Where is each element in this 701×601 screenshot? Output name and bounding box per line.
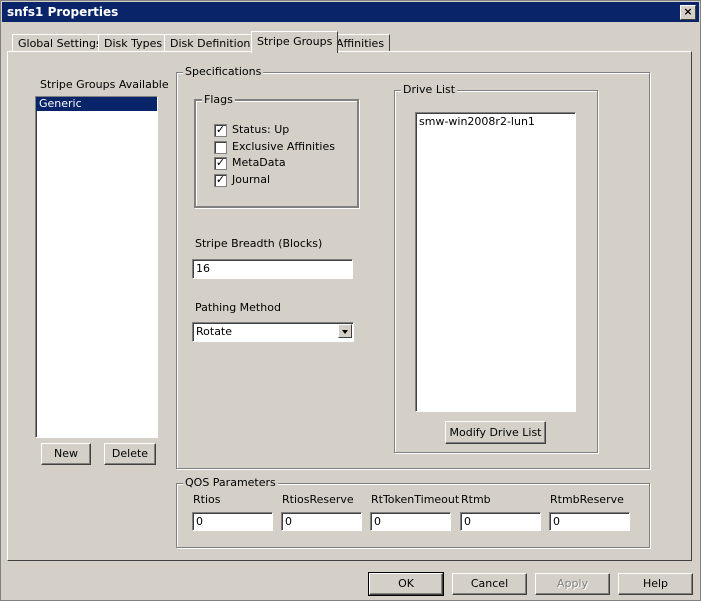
tab-disk-types[interactable]: Disk Types [98, 34, 169, 52]
flags-legend: Flags [202, 93, 235, 106]
pathing-method-value: Rotate [196, 325, 233, 338]
stripe-groups-available-label: Stripe Groups Available [40, 78, 169, 91]
journal-label: Journal [232, 173, 271, 186]
modify-drive-list-button[interactable]: Modify Drive List [445, 421, 546, 444]
properties-window: snfs1 Properties × Global Settings Disk … [0, 0, 701, 601]
tab-stripe-groups[interactable]: Stripe Groups [251, 31, 339, 53]
drive-listbox[interactable]: smw-win2008r2-lun1 [415, 112, 576, 412]
new-button[interactable]: New [41, 443, 91, 465]
specifications-legend: Specifications [183, 65, 264, 78]
stripe-groups-listbox[interactable]: Generic [35, 96, 158, 438]
rtios-reserve-label: RtiosReserve [282, 493, 354, 506]
rt-token-timeout-input[interactable]: 0 [370, 512, 451, 531]
title-bar[interactable]: snfs1 Properties × [2, 2, 699, 22]
window-title: snfs1 Properties [7, 5, 119, 19]
rtios-reserve-input[interactable]: 0 [281, 512, 362, 531]
rt-token-timeout-label: RtTokenTimeout [371, 493, 460, 506]
status-up-checkbox[interactable]: ✓ [214, 124, 227, 137]
status-up-label: Status: Up [232, 123, 290, 136]
rtios-input[interactable]: 0 [192, 512, 273, 531]
metadata-checkbox[interactable]: ✓ [214, 157, 227, 170]
exclusive-affinities-label: Exclusive Affinities [232, 140, 335, 153]
stripe-breadth-label: Stripe Breadth (Blocks) [195, 237, 323, 250]
rtmb-input[interactable]: 0 [460, 512, 541, 531]
cancel-button[interactable]: Cancel [452, 573, 527, 595]
rtios-label: Rtios [193, 493, 221, 506]
chevron-down-icon[interactable] [338, 324, 352, 338]
apply-button[interactable]: Apply [535, 573, 610, 595]
drive-list-legend: Drive List [401, 83, 458, 96]
tab-affinities[interactable]: Affinities [330, 34, 391, 52]
close-icon[interactable]: × [680, 5, 696, 20]
rtmb-reserve-input[interactable]: 0 [549, 512, 630, 531]
journal-checkbox[interactable]: ✓ [214, 174, 227, 187]
list-item[interactable]: Generic [36, 97, 157, 111]
ok-button[interactable]: OK [368, 572, 444, 596]
rtmb-reserve-label: RtmbReserve [550, 493, 624, 506]
qos-parameters-legend: QOS Parameters [183, 476, 278, 489]
help-button[interactable]: Help [618, 573, 693, 595]
pathing-method-select[interactable]: Rotate [192, 322, 354, 342]
list-item[interactable]: smw-win2008r2-lun1 [416, 113, 575, 129]
tab-disk-definitions[interactable]: Disk Definitions [164, 34, 263, 52]
tab-global-settings[interactable]: Global Settings [12, 34, 108, 52]
exclusive-affinities-checkbox[interactable] [214, 141, 227, 154]
pathing-method-label: Pathing Method [195, 301, 281, 314]
delete-button[interactable]: Delete [104, 443, 156, 465]
stripe-breadth-input[interactable]: 16 [192, 259, 353, 279]
rtmb-label: Rtmb [461, 493, 491, 506]
metadata-label: MetaData [232, 156, 286, 169]
